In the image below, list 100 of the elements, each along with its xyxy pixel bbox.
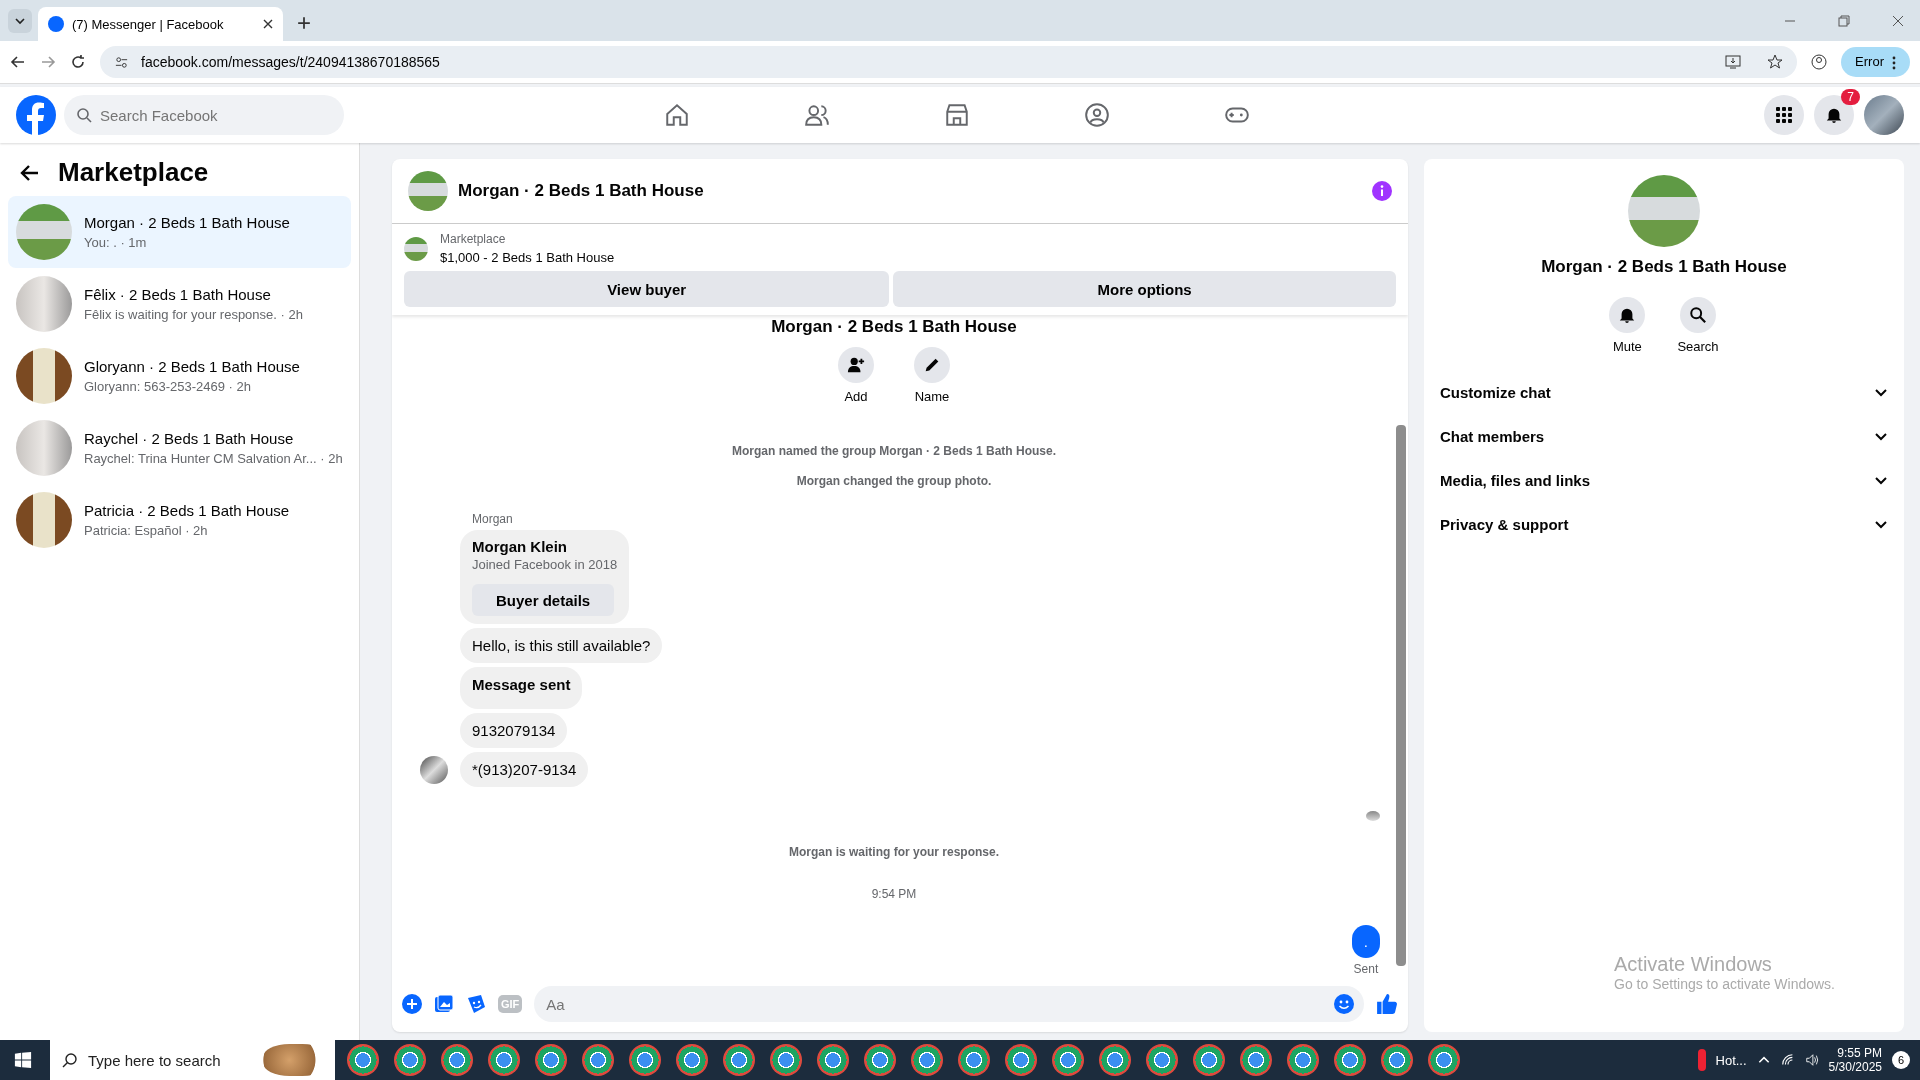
thumbs-up-icon[interactable] — [1376, 993, 1398, 1015]
taskbar-app-icon[interactable] — [1052, 1044, 1084, 1076]
reload-icon[interactable] — [70, 54, 86, 70]
group-title: Morgan · 2 Beds 1 Bath House — [1541, 257, 1787, 277]
taskbar-app-icon[interactable] — [1005, 1044, 1037, 1076]
bell-icon — [1825, 106, 1843, 124]
details-action-label: Search — [1677, 339, 1719, 354]
emoji-icon[interactable] — [1334, 994, 1354, 1014]
group-action-button[interactable] — [838, 347, 874, 383]
details-section-row[interactable]: Chat members — [1440, 414, 1888, 458]
plus-icon[interactable] — [402, 994, 422, 1014]
scrollbar-thumb[interactable] — [1396, 425, 1406, 966]
friends-icon[interactable] — [804, 102, 830, 128]
marketplace-icon[interactable] — [944, 102, 970, 128]
listing-photo-placeholder — [404, 236, 428, 261]
wifi-icon[interactable] — [1780, 1053, 1795, 1067]
details-action-button[interactable] — [1609, 297, 1646, 333]
group-title: Morgan · 2 Beds 1 Bath House — [771, 317, 1017, 337]
site-settings-icon[interactable] — [114, 54, 129, 70]
close-icon[interactable] — [263, 19, 273, 29]
details-action-button[interactable] — [1680, 297, 1716, 333]
search-icon — [62, 1052, 78, 1068]
install-icon[interactable] — [1725, 54, 1742, 70]
taskbar-app-icon[interactable] — [1099, 1044, 1131, 1076]
taskbar-app-icon[interactable] — [347, 1044, 379, 1076]
taskbar-app-icon[interactable] — [676, 1044, 708, 1076]
taskbar-app-icon[interactable] — [1428, 1044, 1460, 1076]
details-section-row[interactable]: Customize chat — [1440, 370, 1888, 414]
taskbar-app-icon[interactable] — [629, 1044, 661, 1076]
profile-error-button[interactable]: Error — [1841, 47, 1910, 77]
taskbar-app-icon[interactable] — [1193, 1044, 1225, 1076]
taskbar-search-field[interactable]: Type here to search — [50, 1039, 335, 1080]
taskbar-app-icon[interactable] — [770, 1044, 802, 1076]
search-icon — [1689, 306, 1707, 324]
home-icon[interactable] — [664, 102, 690, 128]
taskbar-app-icon[interactable] — [864, 1044, 896, 1076]
taskbar-app-icon[interactable] — [582, 1044, 614, 1076]
listing-action-button[interactable]: View buyer — [404, 271, 890, 307]
new-tab-icon[interactable] — [297, 16, 311, 30]
facebook-logo-icon[interactable] — [16, 95, 56, 135]
chat-list-item[interactable]: Fêlix · 2 Beds 1 Bath House Fêlix is waiting for your response. · 2h — [8, 268, 351, 340]
buyer-joined-text: Joined Facebook in 2018 — [472, 557, 618, 572]
chat-list-item[interactable]: Gloryann · 2 Beds 1 Bath House Gloryann: 563-253-2469 · 2h — [8, 340, 351, 412]
listing-photo-placeholder — [16, 492, 72, 548]
group-action-button[interactable] — [914, 347, 950, 383]
taskbar-date[interactable]: 5/30/2025 — [1828, 1060, 1882, 1074]
taskbar-app-icon[interactable] — [1240, 1044, 1272, 1076]
listing-action-button[interactable]: More options — [893, 271, 1396, 307]
taskbar-app-icon[interactable] — [535, 1044, 567, 1076]
details-action-label: Mute — [1612, 339, 1642, 354]
listing-label: Marketplace — [440, 232, 507, 246]
search-field[interactable]: Search Facebook — [64, 95, 344, 135]
windows-start-icon[interactable] — [14, 1051, 32, 1069]
listing-photo-placeholder — [16, 348, 72, 404]
taskbar-app-icon[interactable] — [488, 1044, 520, 1076]
weather-icon[interactable] — [1697, 1049, 1706, 1071]
address-bar[interactable]: facebook.com/messages/t/24094138670188565 — [100, 46, 1798, 78]
forward-arrow-icon[interactable] — [40, 54, 56, 70]
star-icon[interactable] — [1767, 54, 1784, 70]
close-icon[interactable] — [1892, 15, 1904, 27]
back-arrow-icon[interactable] — [10, 54, 26, 70]
speaker-icon[interactable] — [1804, 1053, 1819, 1067]
back-arrow-icon[interactable] — [20, 162, 40, 183]
menu-grid-button[interactable] — [1764, 95, 1804, 135]
taskbar-app-icon[interactable] — [911, 1044, 943, 1076]
notification-center-button[interactable]: 6 — [1892, 1051, 1910, 1069]
sticker-icon[interactable] — [466, 994, 486, 1014]
buyer-details-button[interactable]: Buyer details — [472, 584, 615, 616]
details-section-row[interactable]: Privacy & support — [1440, 502, 1888, 546]
chat-preview: Fêlix is waiting for your response. · 2h — [84, 307, 303, 322]
browser-tab[interactable]: (7) Messenger | Facebook — [38, 7, 283, 41]
taskbar-app-icon[interactable] — [1334, 1044, 1366, 1076]
chat-name: Morgan · 2 Beds 1 Bath House — [84, 214, 290, 231]
taskbar-app-icon[interactable] — [441, 1044, 473, 1076]
chat-name: Fêlix · 2 Beds 1 Bath House — [84, 286, 272, 303]
message-input[interactable]: Aa — [534, 986, 1364, 1022]
sent-message-bubble: . — [1351, 925, 1380, 958]
add-person-icon — [847, 356, 865, 374]
taskbar-time[interactable]: 9:55 PM — [1837, 1046, 1882, 1060]
profile-avatar[interactable] — [1864, 95, 1904, 135]
taskbar-app-icon[interactable] — [723, 1044, 755, 1076]
tab-list-button[interactable] — [8, 9, 32, 33]
chat-list-item[interactable]: Morgan · 2 Beds 1 Bath House You: . · 1m — [8, 196, 351, 268]
taskbar-app-icon[interactable] — [394, 1044, 426, 1076]
facebook-favicon-icon — [48, 16, 64, 32]
photo-icon[interactable] — [434, 994, 454, 1014]
taskbar-app-icon[interactable] — [817, 1044, 849, 1076]
taskbar-app-icon[interactable] — [958, 1044, 990, 1076]
chat-list-item[interactable]: Raychel · 2 Beds 1 Bath House Raychel: Trina Hunter CM Salvation Ar... · 2h — [8, 412, 351, 484]
taskbar-app-icon[interactable] — [1146, 1044, 1178, 1076]
taskbar-app-icon[interactable] — [1381, 1044, 1413, 1076]
account-icon[interactable] — [1811, 54, 1828, 70]
info-icon[interactable] — [1372, 181, 1392, 201]
restore-icon[interactable] — [1838, 15, 1850, 27]
groups-icon[interactable] — [1084, 102, 1110, 128]
pencil-icon — [923, 356, 941, 374]
weather-text[interactable]: Hot... — [1715, 1052, 1747, 1068]
taskbar-app-icon[interactable] — [1287, 1044, 1319, 1076]
details-section-row[interactable]: Media, files and links — [1440, 458, 1888, 502]
chat-list-item[interactable]: Patricia · 2 Beds 1 Bath House Patricia: Español · 2h — [8, 484, 351, 556]
